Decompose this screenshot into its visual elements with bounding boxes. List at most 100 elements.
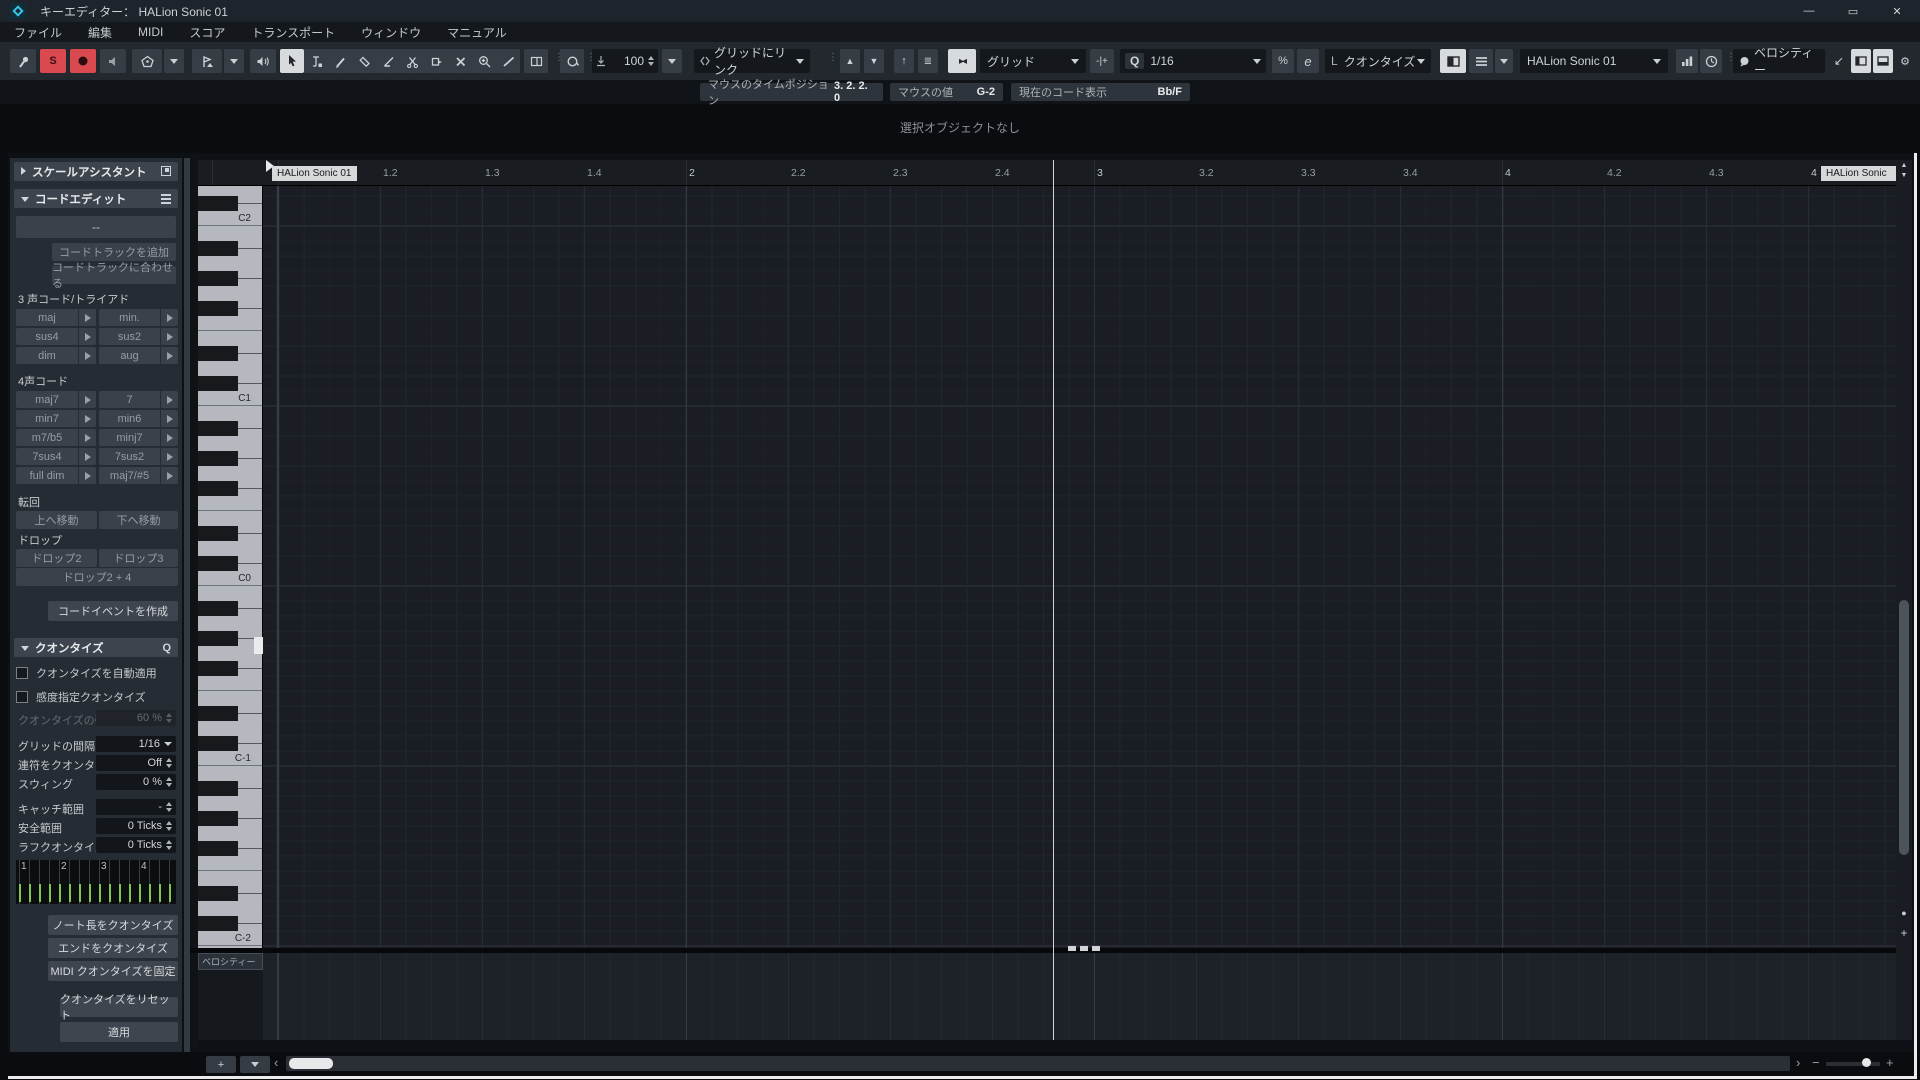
close-button[interactable]: ✕ xyxy=(1878,0,1916,22)
catch-range-field[interactable]: - xyxy=(96,799,176,815)
freeze-midi-quantize-button[interactable]: MIDI クオンタイズを固定 xyxy=(48,961,178,981)
auto-scroll-icon[interactable] xyxy=(524,49,548,73)
chord-apply-arrow[interactable] xyxy=(161,472,178,480)
chord-button-maj7/#5[interactable]: maj7/#5 xyxy=(99,467,178,484)
menu-トランスポート[interactable]: トランスポート xyxy=(251,24,335,41)
iterative-quantize-icon[interactable]: % xyxy=(1272,49,1294,73)
quantize-ends-button[interactable]: エンドをクオンタイズ xyxy=(48,938,178,958)
piano-key-black[interactable] xyxy=(198,811,238,826)
piano-key-black[interactable] xyxy=(198,886,238,901)
chord-button-aug[interactable]: aug xyxy=(99,347,178,364)
section-quantize[interactable]: クオンタイズ Q xyxy=(14,638,178,657)
velocity-lane-label[interactable]: ベロシティー xyxy=(198,953,263,970)
chord-button-maj[interactable]: maj xyxy=(16,309,96,326)
menu-ウィンドウ[interactable]: ウィンドウ xyxy=(361,24,421,41)
chord-button-min6[interactable]: min6 xyxy=(99,410,178,427)
piano-key-black[interactable] xyxy=(198,346,238,361)
setup-gear-icon[interactable]: ⚙ xyxy=(1896,49,1914,73)
chord-button-7sus2[interactable]: 7sus2 xyxy=(99,448,178,465)
chord-apply-arrow[interactable] xyxy=(79,472,96,480)
chord-apply-arrow[interactable] xyxy=(79,434,96,442)
window-zone-right-button[interactable] xyxy=(1873,49,1893,73)
move-up-button[interactable]: ▲ xyxy=(840,49,860,73)
apply-quantize-button[interactable]: 適用 xyxy=(60,1022,178,1042)
chord-apply-arrow[interactable] xyxy=(161,415,178,423)
chord-button-sus2[interactable]: sus2 xyxy=(99,328,178,345)
chord-apply-arrow[interactable] xyxy=(161,453,178,461)
tool-split-scissors[interactable] xyxy=(400,49,424,73)
checkbox[interactable] xyxy=(16,667,28,679)
chord-button-fulldim[interactable]: full dim xyxy=(16,467,96,484)
chord-apply-arrow[interactable] xyxy=(79,453,96,461)
add-controller-lane-button[interactable]: + xyxy=(206,1056,236,1073)
zoom-out-icon[interactable]: − xyxy=(1812,1055,1820,1070)
window-zone-left-button[interactable] xyxy=(1851,49,1871,73)
velocity-stats-icon[interactable] xyxy=(1676,49,1698,73)
piano-keyboard[interactable]: C2C1C0C-1C-2 xyxy=(198,186,263,950)
part-layers-dropdown[interactable] xyxy=(1495,49,1513,73)
tool-glue[interactable] xyxy=(424,49,448,73)
record-in-editor-button[interactable] xyxy=(70,49,96,73)
scroll-down-icon[interactable]: ▼ xyxy=(1896,172,1912,179)
tool-range-select[interactable] xyxy=(304,49,328,73)
chord-apply-arrow[interactable] xyxy=(79,333,96,341)
event-colors-dropdown[interactable]: ベロシティー xyxy=(1733,49,1825,73)
vertical-zoom-dot[interactable]: ● xyxy=(1896,908,1912,918)
tool-zoom[interactable] xyxy=(472,49,496,73)
match-chord-track-button[interactable]: コードトラックに合わせる xyxy=(52,266,176,284)
move-down-button[interactable]: ▼ xyxy=(864,49,884,73)
chord-apply-arrow[interactable] xyxy=(161,314,178,322)
midi-input-icon[interactable] xyxy=(192,49,222,73)
tuplet-field[interactable]: Off xyxy=(96,755,176,771)
tool-eraser[interactable] xyxy=(352,49,376,73)
menu-編集[interactable]: 編集 xyxy=(88,24,112,41)
horizontal-scrollbar[interactable] xyxy=(286,1056,1790,1071)
chord-apply-arrow[interactable] xyxy=(79,396,96,404)
reset-quantize-button[interactable]: クオンタイズをリセット xyxy=(60,997,178,1017)
length-quantize-dropdown[interactable]: L クオンタイズ xyxy=(1325,49,1431,73)
chord-apply-arrow[interactable] xyxy=(161,434,178,442)
chord-apply-arrow[interactable] xyxy=(79,352,96,360)
chord-button-min7[interactable]: min7 xyxy=(16,410,96,427)
vertical-scrollbar-thumb[interactable] xyxy=(1899,600,1909,855)
zoom-slider-thumb[interactable] xyxy=(1862,1058,1871,1067)
zoom-slider[interactable] xyxy=(1826,1062,1880,1066)
scroll-right-icon[interactable]: › xyxy=(1796,1055,1800,1070)
piano-key-black[interactable] xyxy=(198,241,238,256)
chord-button-m7/b5[interactable]: m7/b5 xyxy=(16,429,96,446)
ruler[interactable]: 1.21.31.422.22.32.433.23.33.444.24.34 xyxy=(198,160,1896,186)
piano-key-black[interactable] xyxy=(198,736,238,751)
chord-button-dim[interactable]: dim xyxy=(16,347,96,364)
piano-key-black[interactable] xyxy=(198,841,238,856)
chord-button-min[interactable]: min. xyxy=(99,309,178,326)
piano-key-black[interactable] xyxy=(198,421,238,436)
maximize-button[interactable]: ▭ xyxy=(1834,0,1872,22)
section-scale-assistant[interactable]: スケールアシスタント xyxy=(14,162,178,181)
chord-apply-arrow[interactable] xyxy=(79,314,96,322)
piano-key-black[interactable] xyxy=(198,706,238,721)
chord-apply-arrow[interactable] xyxy=(161,352,178,360)
pin-icon[interactable] xyxy=(10,49,36,73)
step-input-dropdown[interactable] xyxy=(164,49,184,73)
piano-key-black[interactable] xyxy=(198,301,238,316)
vertical-scrollbar[interactable]: ▲ ▼ ● + xyxy=(1896,160,1912,1040)
length-adjust-button[interactable]: -|+ xyxy=(1090,49,1114,73)
zoom-in-icon[interactable]: + xyxy=(1886,1055,1894,1070)
menu-ファイル[interactable]: ファイル xyxy=(14,24,62,41)
chord-button-minj7[interactable]: minj7 xyxy=(99,429,178,446)
drop3-button[interactable]: ドロップ3 xyxy=(99,549,178,567)
velocity-lane[interactable] xyxy=(263,953,1896,1040)
midi-input-dropdown[interactable] xyxy=(224,49,244,73)
drop24-button[interactable]: ドロップ2 + 4 xyxy=(16,568,178,586)
piano-key-black[interactable] xyxy=(198,196,238,211)
info-field[interactable]: マウスの値G-2 xyxy=(890,83,1003,101)
edit-active-part-icon[interactable] xyxy=(1440,49,1466,73)
tempo-clock-icon[interactable] xyxy=(1700,49,1722,73)
solo-button[interactable]: S xyxy=(40,49,66,73)
grid-spacing-dropdown[interactable]: 1/16 xyxy=(96,736,176,752)
auto-apply-checkbox-row[interactable]: クオンタイズを自動適用 xyxy=(16,665,157,681)
piano-key-black[interactable] xyxy=(198,916,238,931)
move-up-inversion-button[interactable]: 上へ移動 xyxy=(16,511,97,529)
chord-button-sus4[interactable]: sus4 xyxy=(16,328,96,345)
menu-スコア[interactable]: スコア xyxy=(189,24,225,41)
